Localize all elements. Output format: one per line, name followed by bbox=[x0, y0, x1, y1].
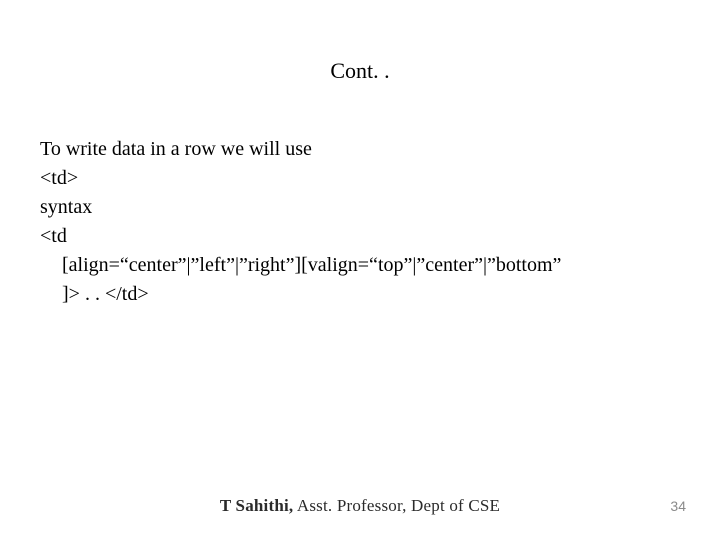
footer-credit: T Sahithi, Asst. Professor, Dept of CSE bbox=[0, 496, 720, 516]
body-line-4: <td bbox=[40, 222, 680, 251]
body-line-2: <td> bbox=[40, 164, 680, 193]
body-line-6: ]> . . </td> bbox=[40, 280, 680, 309]
body-line-1: To write data in a row we will use bbox=[40, 135, 680, 164]
body-line-3: syntax bbox=[40, 193, 680, 222]
slide: Cont. . To write data in a row we will u… bbox=[0, 0, 720, 540]
footer-name: T Sahithi, bbox=[220, 496, 294, 515]
page-number: 34 bbox=[670, 498, 686, 514]
slide-title: Cont. . bbox=[0, 58, 720, 84]
body-line-5: [align=“center”|”left”|”right”][valign=“… bbox=[40, 251, 680, 280]
slide-body: To write data in a row we will use <td> … bbox=[40, 135, 680, 309]
footer-role: Asst. Professor, Dept of CSE bbox=[293, 496, 500, 515]
